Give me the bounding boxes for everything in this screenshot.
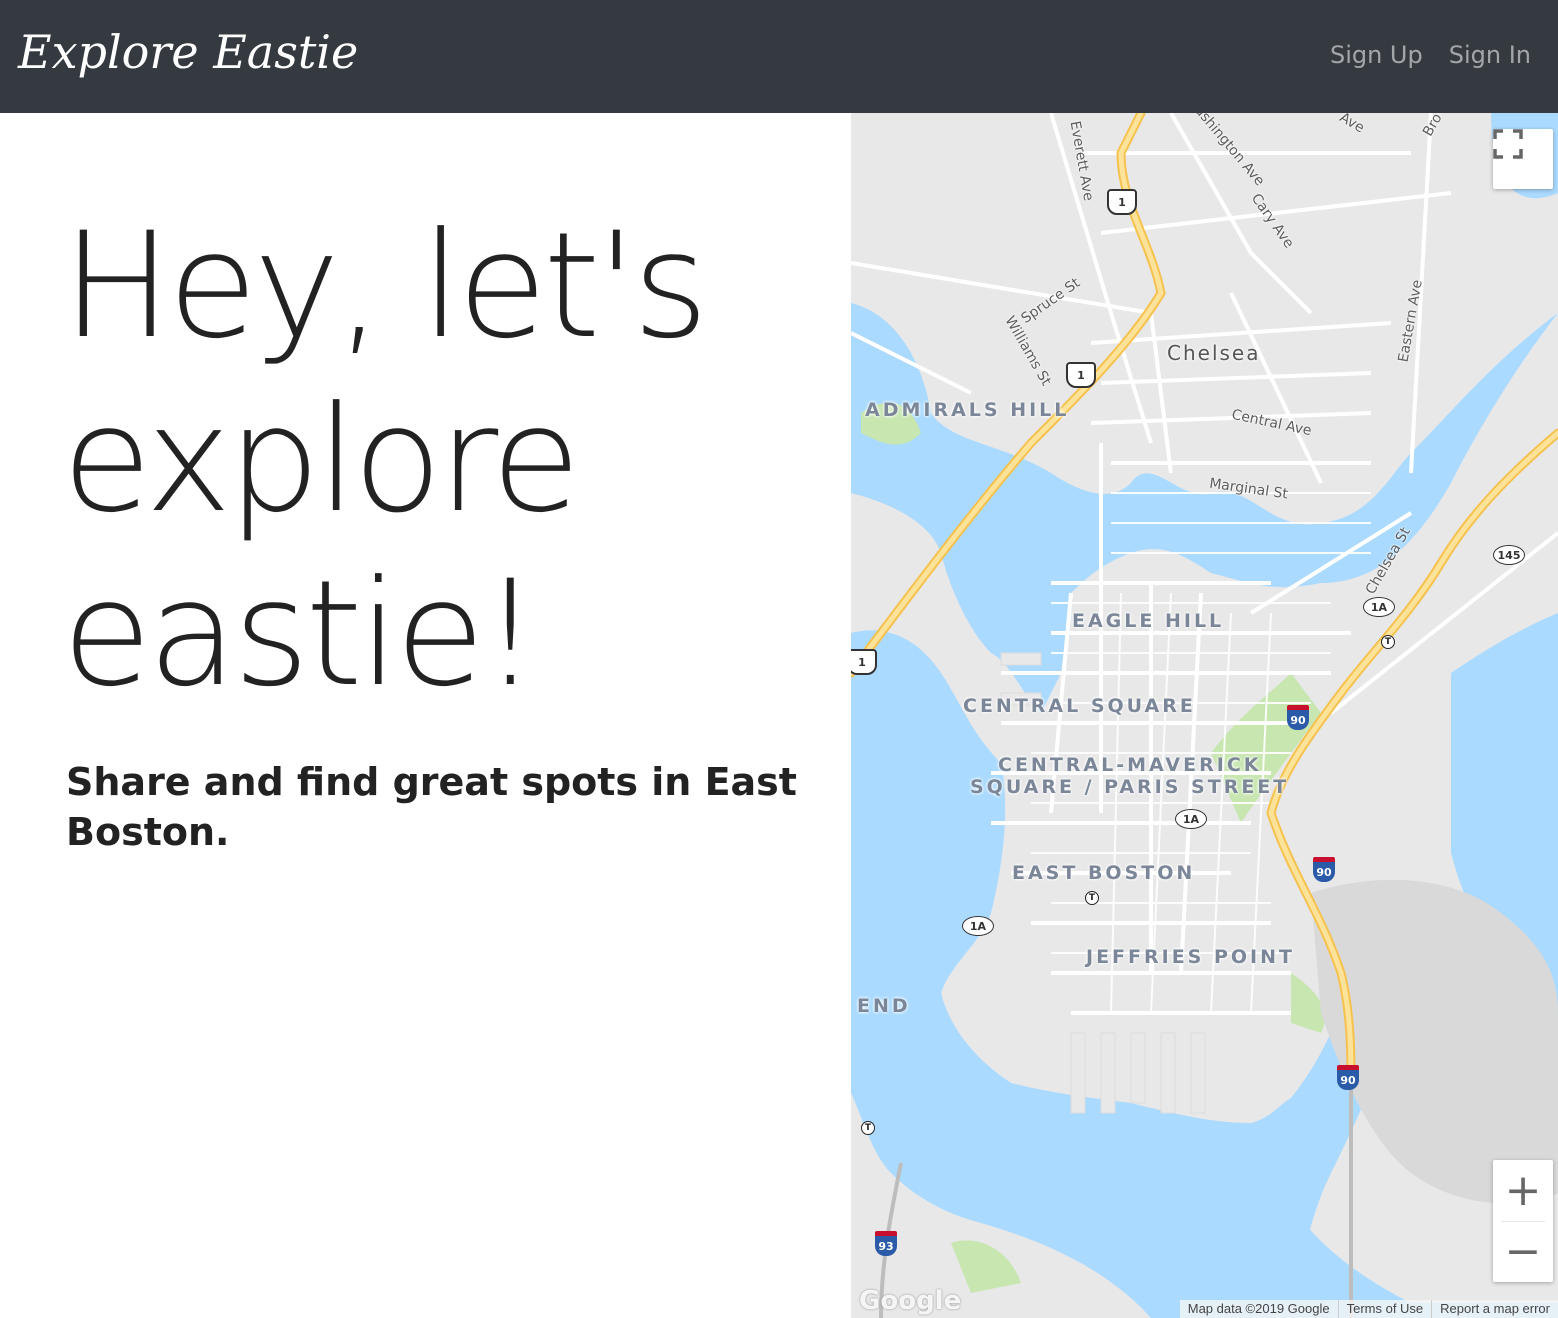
hero-section: Hey, let's explore eastie! Share and fin… [0,113,851,1318]
fullscreen-icon [1493,129,1523,159]
route-shield-us1: 1 [851,649,877,675]
terms-of-use-link[interactable]: Terms of Use [1337,1300,1432,1318]
google-logo[interactable]: Google [859,1286,961,1316]
map-label-paris-street: SQUARE / PARIS STREET [970,776,1290,798]
brand-logo[interactable]: Explore Eastie [18,22,358,82]
report-map-error-link[interactable]: Report a map error [1431,1300,1558,1318]
route-shield-1a: 1A [1175,809,1207,829]
route-shield-us1: 1 [1066,362,1096,388]
zoom-out-button[interactable]: − [1493,1222,1553,1282]
headline-line-3: eastie! [62,549,540,719]
headline-line-1: Hey, let's [62,201,709,371]
sign-in-link[interactable]: Sign In [1449,38,1531,72]
city-label-chelsea: Chelsea [1167,341,1261,365]
hero-subhead: Share and find great spots in East Bosto… [66,760,797,854]
map-label-east-boston: EAST BOSTON [1012,862,1196,884]
map-canvas[interactable] [851,113,1558,1318]
sign-up-link[interactable]: Sign Up [1330,38,1423,72]
interstate-shield-90: 90 [1287,705,1309,730]
headline-line-2: explore [62,375,581,545]
hero-headline: Hey, let's explore eastie! [62,199,822,721]
subway-station-icon[interactable]: T [861,1121,875,1135]
map-label-jeffries-point: JEFFRIES POINT [1086,946,1295,968]
route-shield-145: 145 [1493,545,1525,565]
route-shield-1a: 1A [962,916,994,936]
interstate-shield-90: 90 [1337,1065,1359,1090]
navbar: Explore Eastie Sign Up Sign In [0,0,1558,113]
subway-station-icon[interactable]: T [1381,635,1395,649]
map[interactable]: Chelsea ADMIRALS HILL EAGLE HILL CENTRAL… [851,113,1558,1318]
map-attribution: Map data ©2019 Google Terms of Use Repor… [1179,1300,1558,1318]
map-label-central-square: CENTRAL SQUARE [963,695,1196,717]
interstate-shield-90: 90 [1313,857,1335,882]
map-label-central-maverick: CENTRAL-MAVERICK [998,754,1262,776]
route-shield-1a: 1A [1363,597,1395,617]
map-label-eagle-hill: EAGLE HILL [1072,610,1225,632]
route-shield-us1: 1 [1107,189,1137,215]
nav-links: Sign Up Sign In [1330,38,1531,72]
fullscreen-button[interactable] [1493,129,1553,189]
zoom-control: + − [1493,1160,1553,1282]
subway-station-icon[interactable]: T [1085,891,1099,905]
map-data-credit: Map data ©2019 Google [1187,1301,1330,1316]
zoom-in-button[interactable]: + [1493,1161,1553,1221]
map-label-admirals-hill: ADMIRALS HILL [865,399,1070,421]
interstate-shield-93: 93 [875,1231,897,1256]
map-label-end: END [857,995,911,1017]
